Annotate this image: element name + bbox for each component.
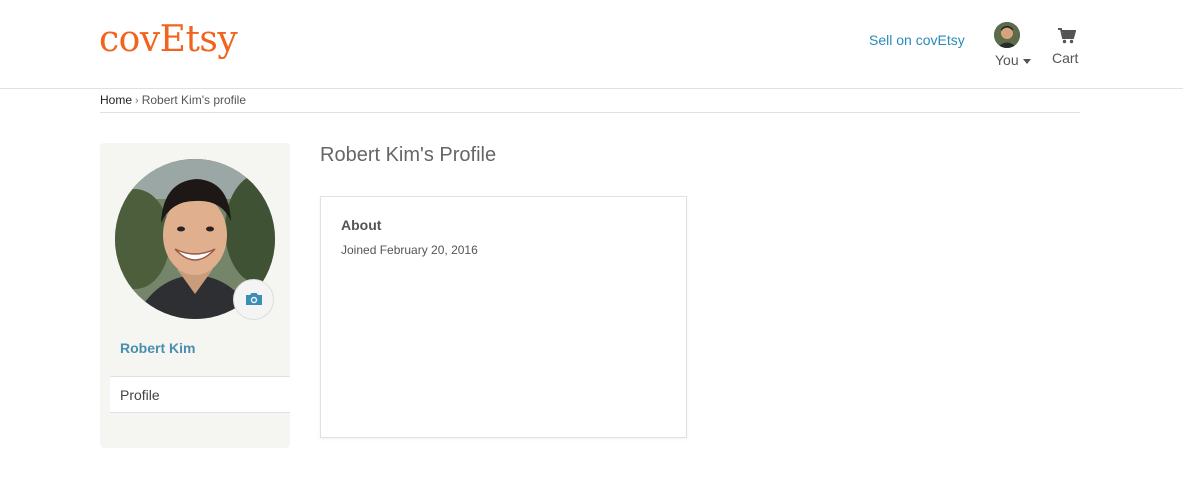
chevron-down-icon — [1022, 58, 1031, 64]
user-avatar — [994, 22, 1020, 48]
profile-name-link[interactable]: Robert Kim — [120, 340, 195, 356]
breadcrumb-separator: › — [135, 95, 139, 107]
cart-link[interactable]: Cart — [1050, 26, 1084, 70]
cart-icon — [1058, 28, 1076, 44]
you-menu[interactable]: You — [992, 22, 1034, 70]
breadcrumb: Home › Robert Kim's profile — [100, 93, 1080, 113]
site-logo[interactable]: covEtsy — [99, 18, 238, 62]
page-title: Robert Kim's Profile — [320, 144, 497, 166]
about-heading: About — [341, 217, 382, 233]
profile-sidebar: Robert Kim Profile — [100, 143, 290, 448]
site-header: covEtsy Sell on covEtsy You Cart — [0, 0, 1183, 89]
sidebar-item-profile[interactable]: Profile — [110, 376, 290, 413]
cart-label: Cart — [1052, 50, 1079, 66]
joined-date: Joined February 20, 2016 — [341, 243, 478, 257]
about-card: About Joined February 20, 2016 — [320, 196, 687, 438]
you-label: You — [995, 52, 1031, 68]
sell-on-covetsy-link[interactable]: Sell on covEtsy — [869, 32, 965, 48]
change-photo-button[interactable] — [233, 279, 274, 320]
breadcrumb-home-link[interactable]: Home — [100, 93, 132, 107]
camera-icon — [246, 293, 262, 305]
breadcrumb-current: Robert Kim's profile — [141, 93, 247, 107]
